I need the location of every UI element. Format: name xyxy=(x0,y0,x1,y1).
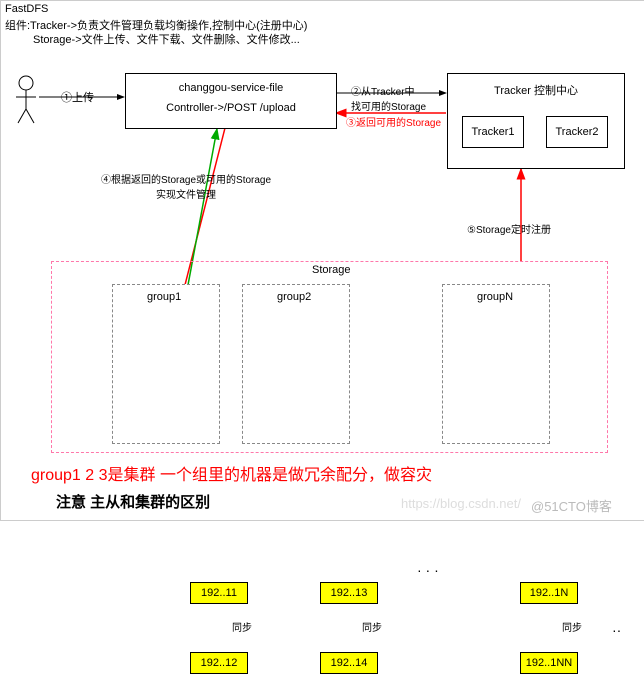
footer-red: group1 2 3是集群 一个组里的机器是做冗余配分，做容灾 xyxy=(31,461,432,485)
service-box: changgou-service-file Controller->/POST … xyxy=(125,73,337,129)
group1: group1 xyxy=(112,284,220,444)
desc-line2: Storage->文件上传、文件下载、文件删除、文件修改... xyxy=(33,31,300,47)
tracker-box: Tracker 控制中心 Tracker1 Tracker2 xyxy=(447,73,625,169)
step3-label: ③返回可用的Storage xyxy=(346,114,441,129)
title: FastDFS xyxy=(5,3,48,15)
group2: group2 xyxy=(242,284,350,444)
groupN-name: groupN xyxy=(477,291,513,303)
group2-ip2: 192..14 xyxy=(320,652,378,674)
dots: · · · xyxy=(417,562,439,578)
group2-sync: 同步 xyxy=(362,619,382,634)
step5-label: ⑤Storage定时注册 xyxy=(467,221,551,236)
storage-container: Storage group1 192..11 同步 192..12 group2… xyxy=(51,261,608,453)
group2-name: group2 xyxy=(277,291,311,303)
tracker1: Tracker1 xyxy=(462,116,524,148)
watermark1: https://blog.csdn.net/ xyxy=(401,496,521,511)
step1-label: ①上传 xyxy=(61,89,94,105)
tracker-title: Tracker 控制中心 xyxy=(448,82,624,98)
group1-ip2: 192..12 xyxy=(190,652,248,674)
step2-label: ②从Tracker中 找可用的Storage xyxy=(351,83,426,113)
watermark2: @51CTO博客 xyxy=(531,496,612,515)
group1-name: group1 xyxy=(147,291,181,303)
group1-ip1: 192..11 xyxy=(190,582,248,604)
groupN-ip2: 192..1NN xyxy=(520,652,578,674)
service-controller: Controller->/POST /upload xyxy=(126,102,336,114)
footer-note: 注意 主从和集群的区别 xyxy=(56,491,210,512)
group2-ip1: 192..13 xyxy=(320,582,378,604)
group1-sync: 同步 xyxy=(232,619,252,634)
groupN-ip1: 192..1N xyxy=(520,582,578,604)
more-dots: ·· xyxy=(612,622,621,638)
tracker2: Tracker2 xyxy=(546,116,608,148)
storage-title: Storage xyxy=(312,264,351,276)
groupN: groupN xyxy=(442,284,550,444)
diagram-canvas: FastDFS 组件:Tracker->负责文件管理负载均衡操作,控制中心(注册… xyxy=(0,0,644,521)
step4-label: ④根据返回的Storage或可用的Storage 实现文件管理 xyxy=(101,171,271,201)
service-name: changgou-service-file xyxy=(126,82,336,94)
groupN-sync: 同步 xyxy=(562,619,582,634)
